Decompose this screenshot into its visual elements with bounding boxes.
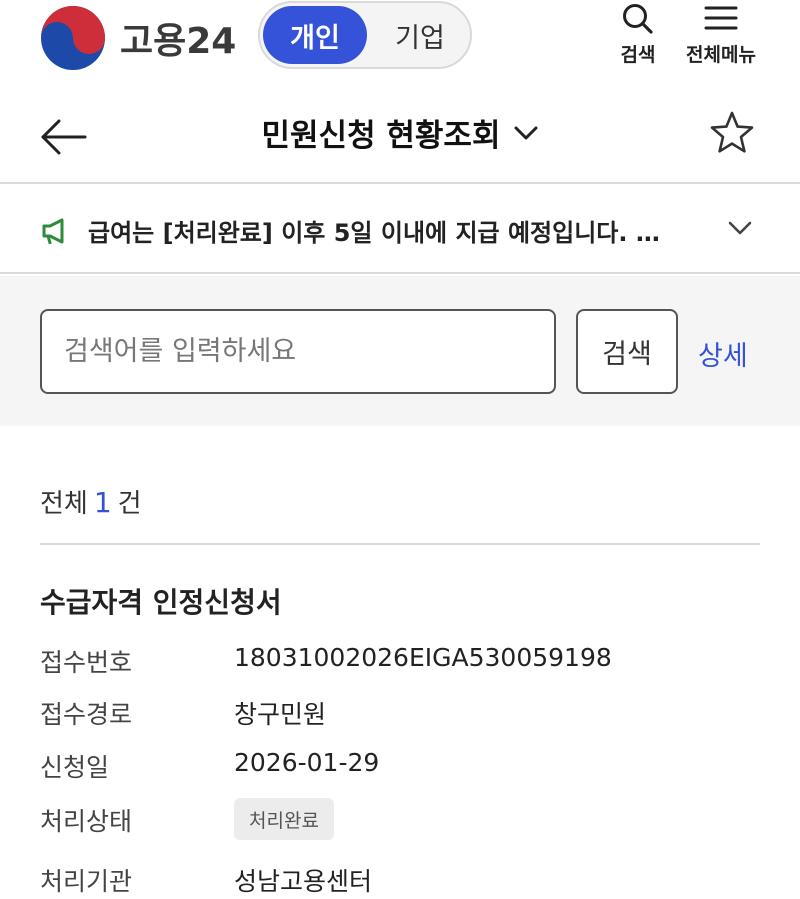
search-icon bbox=[623, 4, 653, 34]
field-value: 창구민원 bbox=[234, 700, 327, 729]
header-menu-label: 전체메뉴 bbox=[686, 44, 756, 66]
tab-personal[interactable]: 개인 bbox=[263, 6, 367, 64]
header-menu-button[interactable]: 전체메뉴 bbox=[676, 2, 766, 67]
top-header: 고용24 개인 기업 검색 전체메뉴 bbox=[0, 0, 800, 84]
field-row-status: 처리상태 처리완료 bbox=[40, 798, 760, 842]
result-count: 전체 1 건 bbox=[40, 483, 142, 520]
chevron-down-icon bbox=[514, 126, 538, 139]
megaphone-icon bbox=[42, 218, 64, 244]
field-label: 처리기관 bbox=[40, 867, 133, 896]
field-row-processing-agency: 처리기관 성남고용센터 bbox=[40, 862, 760, 899]
page-title-bar: 민원신청 현황조회 bbox=[0, 84, 800, 184]
divider bbox=[40, 543, 760, 545]
government-logo-icon[interactable] bbox=[40, 5, 106, 71]
field-label: 접수번호 bbox=[40, 648, 133, 677]
status-badge: 처리완료 bbox=[234, 798, 334, 840]
search-button[interactable]: 검색 bbox=[576, 309, 678, 394]
search-area: 검색 상세 bbox=[0, 276, 800, 426]
result-count-suffix: 건 bbox=[117, 489, 142, 519]
chevron-down-icon[interactable] bbox=[728, 220, 752, 236]
result-count-prefix: 전체 bbox=[40, 489, 88, 519]
field-label: 신청일 bbox=[40, 753, 110, 782]
field-value: 성남고용센터 bbox=[234, 867, 373, 896]
header-search-label: 검색 bbox=[620, 44, 656, 66]
user-type-toggle: 개인 기업 bbox=[258, 1, 472, 69]
page-title-dropdown[interactable]: 민원신청 현황조회 bbox=[0, 110, 800, 155]
tab-business[interactable]: 기업 bbox=[370, 6, 470, 64]
application-title[interactable]: 수급자격 인정신청서 bbox=[40, 581, 282, 621]
field-value: 18031002026EIGA530059198 bbox=[234, 643, 612, 672]
result-count-number: 1 bbox=[93, 486, 112, 519]
field-row-receipt-number: 접수번호 18031002026EIGA530059198 bbox=[40, 643, 760, 683]
field-row-receipt-channel: 접수경로 창구민원 bbox=[40, 695, 760, 735]
header-search-button[interactable]: 검색 bbox=[604, 2, 672, 67]
field-label: 접수경로 bbox=[40, 700, 133, 729]
detail-search-link[interactable]: 상세 bbox=[698, 334, 748, 373]
search-input[interactable] bbox=[40, 309, 556, 394]
field-row-application-date: 신청일 2026-01-29 bbox=[40, 748, 760, 788]
field-label: 처리상태 bbox=[40, 807, 133, 836]
field-value: 2026-01-29 bbox=[234, 748, 380, 777]
hamburger-menu-icon bbox=[704, 6, 738, 30]
notice-bar[interactable]: 급여는 [처리완료] 이후 5일 이내에 지급 예정입니다. … bbox=[0, 186, 800, 274]
favorite-star-icon[interactable] bbox=[709, 110, 755, 156]
notice-text: 급여는 [처리완료] 이후 5일 이내에 지급 예정입니다. … bbox=[88, 219, 660, 247]
page-title: 민원신청 현황조회 bbox=[261, 118, 501, 154]
brand-name[interactable]: 고용24 bbox=[120, 12, 236, 64]
